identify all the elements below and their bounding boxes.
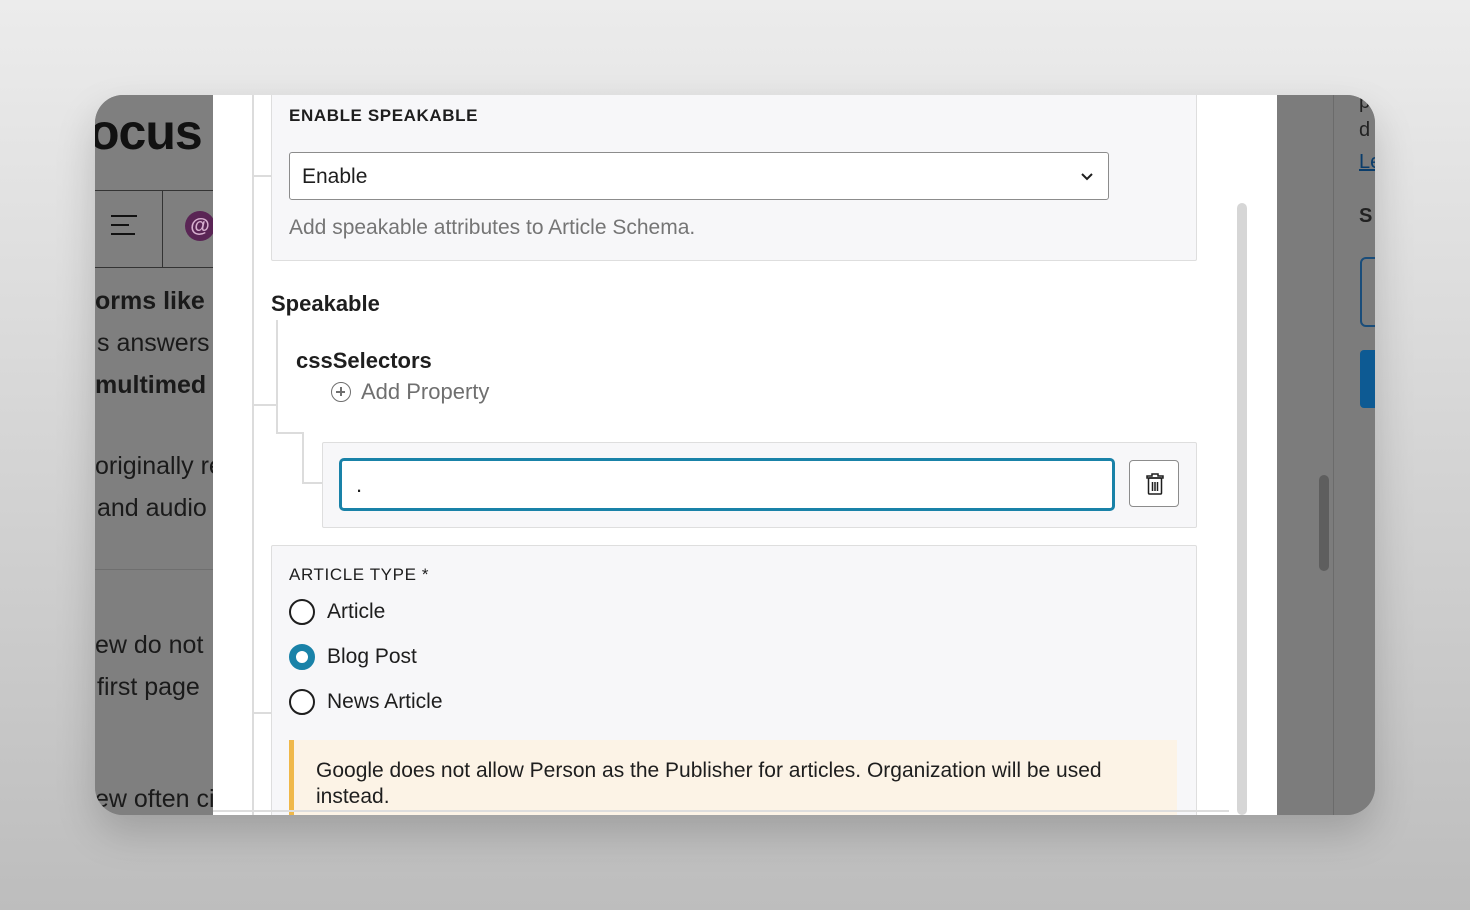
editor-line: ew often ci <box>95 785 213 813</box>
editor-line: first page <box>97 673 200 701</box>
add-property-button[interactable]: Add Property <box>331 377 489 407</box>
sidebar-text-fragment: p <box>1359 95 1371 113</box>
align-icon <box>111 215 137 241</box>
chevron-down-icon <box>1081 173 1093 181</box>
app-window: ocus @ orms like s answers multimed orig… <box>95 95 1375 815</box>
sidebar-field[interactable] <box>1360 257 1375 327</box>
editor-line: originally re <box>95 452 213 480</box>
block-toolbar: @ <box>95 190 213 268</box>
sidebar-button[interactable] <box>1360 350 1375 408</box>
speakable-heading: Speakable <box>271 291 380 316</box>
css-selector-row <box>322 442 1197 528</box>
add-circle-icon <box>331 382 351 402</box>
radio-article[interactable]: Article <box>289 599 385 625</box>
delete-selector-button[interactable] <box>1129 460 1179 507</box>
tree-line <box>252 404 276 406</box>
radio-label: Blog Post <box>327 645 417 668</box>
article-type-panel: ARTICLE TYPE * Article Blog Post News Ar… <box>271 545 1197 815</box>
editor-line: s answers <box>97 329 210 357</box>
editor-line: ew do not <box>95 631 204 659</box>
radio-circle[interactable] <box>289 599 315 625</box>
toolbar-divider <box>162 191 163 267</box>
radio-circle[interactable] <box>289 689 315 715</box>
schema-modal: ENABLE SPEAKABLE Enable Add speakable at… <box>213 95 1277 815</box>
radio-circle-selected[interactable] <box>289 644 315 670</box>
radio-blog-post[interactable]: Blog Post <box>289 644 417 670</box>
editor-line: multimed <box>95 371 207 399</box>
tree-line <box>252 712 271 714</box>
tree-line <box>302 482 322 484</box>
select-value: Enable <box>302 165 368 188</box>
editor-background: ocus @ orms like s answers multimed orig… <box>95 95 213 815</box>
sidebar-divider <box>1333 95 1334 815</box>
modal-footer-border <box>213 810 1229 812</box>
tree-line <box>276 432 302 434</box>
css-selector-input[interactable] <box>339 458 1115 511</box>
enable-speakable-help: Add speakable attributes to Article Sche… <box>289 216 696 239</box>
tree-line <box>276 404 278 434</box>
tree-line <box>302 432 304 484</box>
enable-speakable-select[interactable]: Enable <box>289 152 1109 200</box>
editor-line: orms like <box>95 287 205 315</box>
css-selectors-heading: cssSelectors <box>296 348 432 373</box>
tree-line <box>252 95 254 815</box>
tree-line <box>276 320 278 406</box>
article-type-label: ARTICLE TYPE * <box>289 565 430 584</box>
sidebar-link-fragment[interactable]: Le <box>1359 151 1375 174</box>
modal-scrollbar[interactable] <box>1237 203 1247 815</box>
plugin-icon: @ <box>185 211 213 241</box>
radio-label: Article <box>327 600 386 623</box>
settings-sidebar-background: p d Le S <box>1277 95 1375 815</box>
tree-line <box>252 175 271 177</box>
publisher-notice: Google does not allow Person as the Publ… <box>289 740 1177 815</box>
enable-speakable-label: ENABLE SPEAKABLE <box>289 106 479 125</box>
sidebar-heading-fragment: S <box>1359 205 1373 227</box>
editor-line: and audio <box>97 494 207 522</box>
sidebar-text-fragment: d <box>1359 119 1371 141</box>
radio-news-article[interactable]: News Article <box>289 689 443 715</box>
enable-speakable-panel: ENABLE SPEAKABLE Enable Add speakable at… <box>271 95 1197 261</box>
editor-divider <box>95 569 213 570</box>
radio-label: News Article <box>327 690 443 713</box>
post-title-fragment: ocus <box>95 104 203 160</box>
page-scrollbar[interactable] <box>1319 475 1329 571</box>
add-property-label: Add Property <box>361 379 490 404</box>
trash-icon <box>1146 473 1164 495</box>
